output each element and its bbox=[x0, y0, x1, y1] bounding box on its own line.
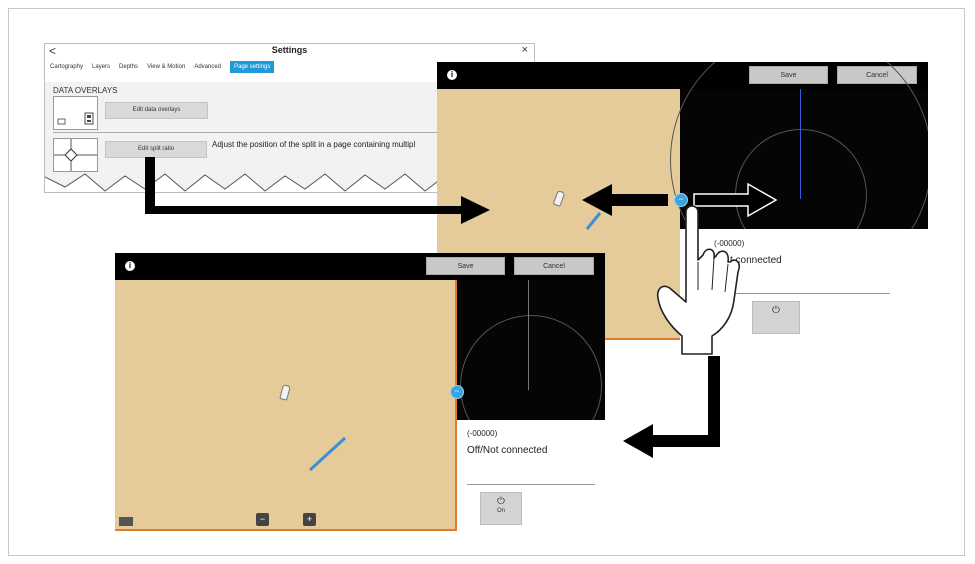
hand-icon bbox=[656, 205, 740, 355]
flow-arrow-2 bbox=[623, 356, 720, 458]
drag-right-arrow bbox=[693, 182, 778, 218]
drag-left-arrow bbox=[582, 184, 668, 216]
illustration-overlay bbox=[145, 157, 778, 458]
flow-arrow-1 bbox=[145, 157, 490, 224]
